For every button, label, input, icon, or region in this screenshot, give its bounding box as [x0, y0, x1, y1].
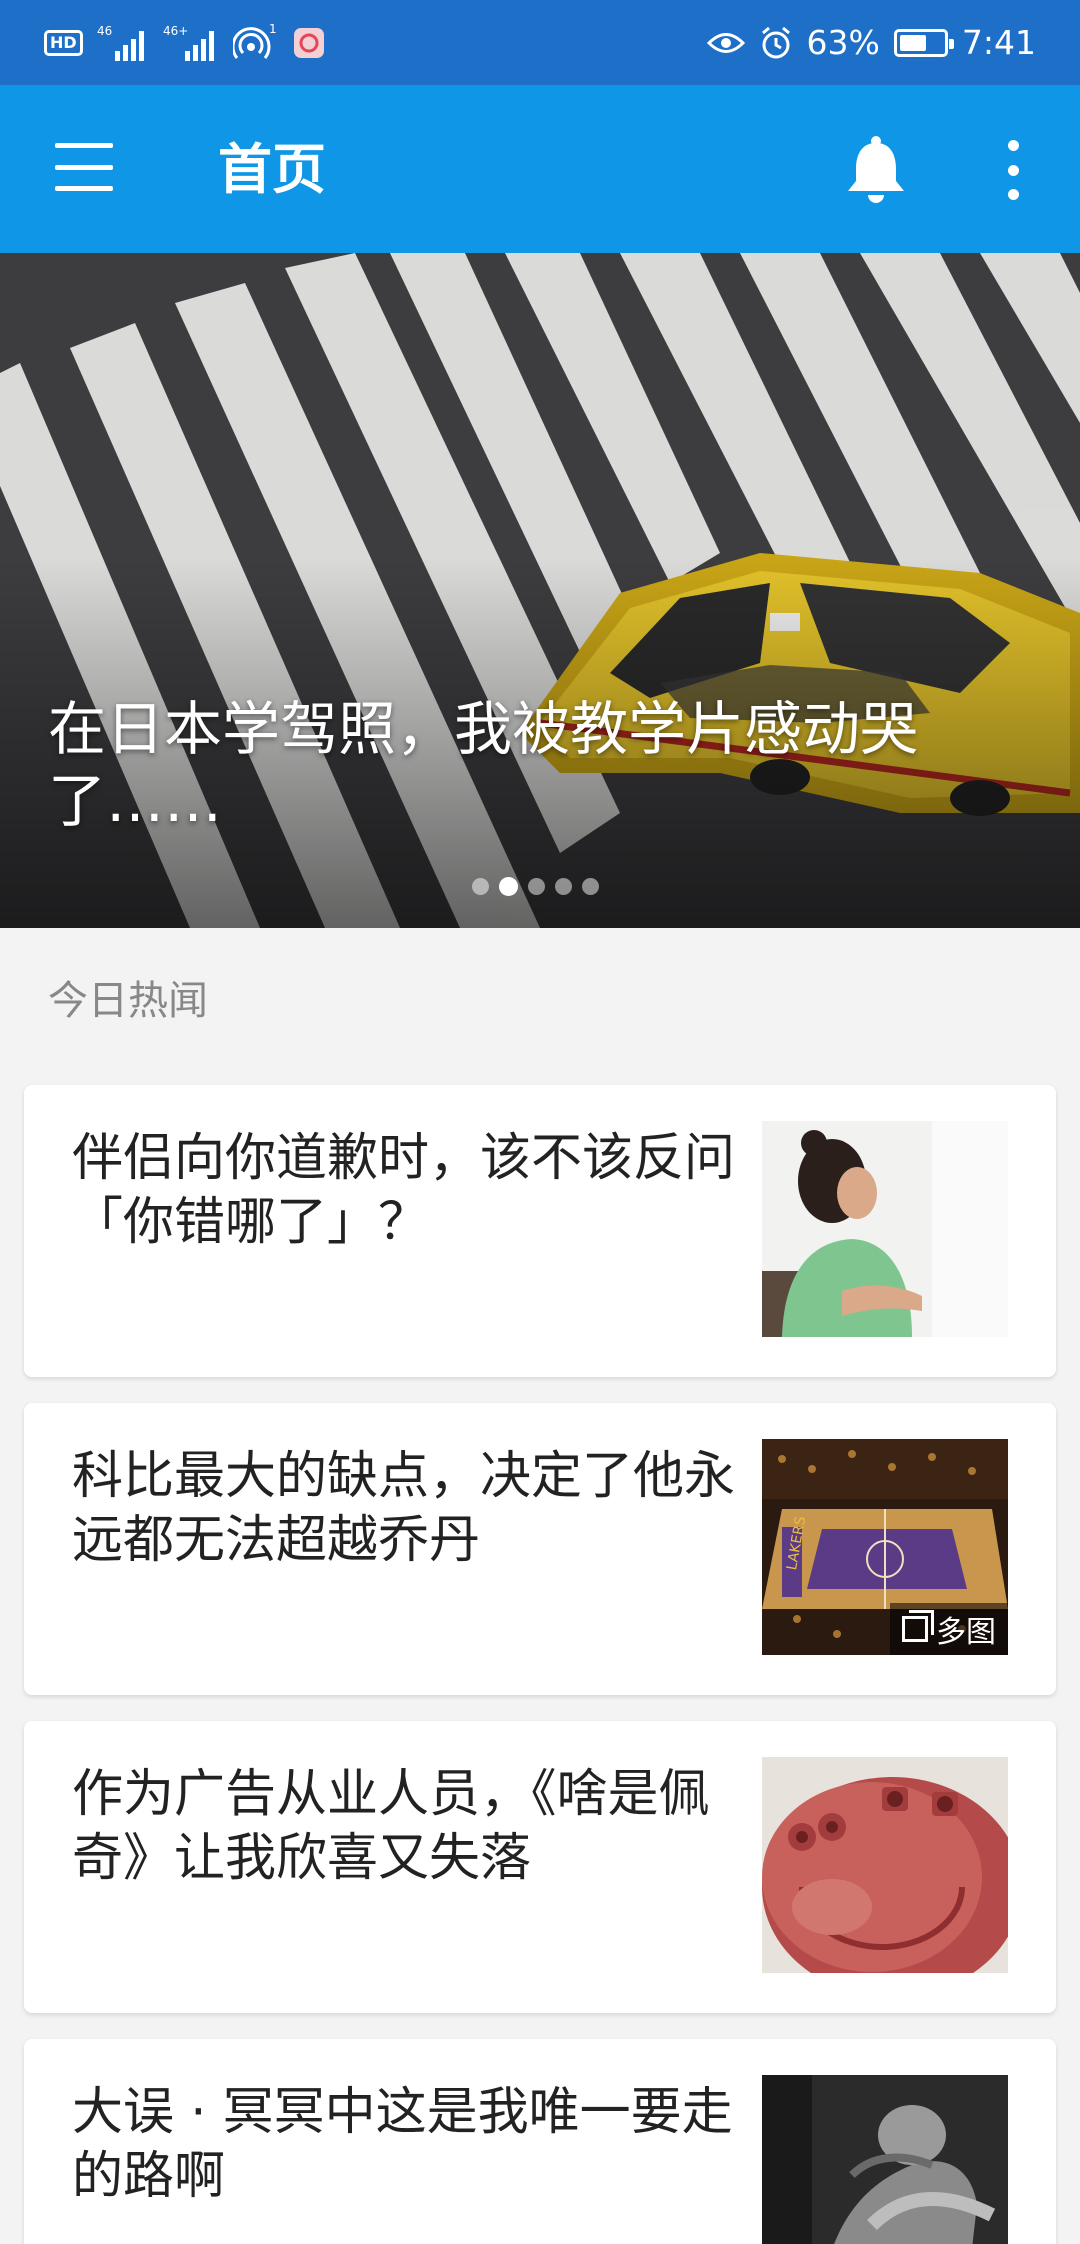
story-card[interactable]: 伴侣向你道歉时，该不该反问「你错哪了」？ — [24, 1085, 1056, 1377]
multi-image-badge: 多图 — [890, 1603, 1008, 1655]
alarm-icon — [759, 26, 793, 60]
signal-1-label: 46 — [97, 24, 112, 38]
story-thumbnail[interactable] — [762, 2075, 1008, 2244]
battery-icon — [893, 28, 954, 57]
hotspot-count: 1 — [269, 23, 277, 36]
app-bar: 首页 — [0, 85, 1080, 253]
carousel-indicator[interactable] — [472, 877, 599, 896]
carousel-dot[interactable] — [555, 878, 572, 895]
carousel-dot[interactable] — [472, 878, 489, 895]
eye-comfort-icon — [706, 28, 745, 58]
battery-level — [899, 34, 927, 51]
hd-icon: HD — [44, 29, 83, 56]
status-right: 63% 7:41 — [706, 23, 1036, 62]
multi-image-icon — [902, 1610, 934, 1642]
story-title[interactable]: 作为广告从业人员，《啥是佩奇》让我欣喜又失落 — [72, 1763, 752, 1891]
story-card[interactable]: 大误 · 冥冥中这是我唯一要走的路啊 — [24, 2039, 1056, 2244]
hero-banner[interactable]: 在日本学驾照，我被教学片感动哭了…… — [0, 253, 1080, 928]
status-left: HD 46 46+ 1 — [44, 23, 325, 63]
carousel-dot[interactable] — [582, 878, 599, 895]
app-notification-icon — [293, 27, 325, 59]
bell-icon[interactable] — [843, 135, 909, 205]
signal-icon: 46 — [97, 23, 149, 63]
clock: 7:41 — [961, 23, 1036, 62]
story-thumbnail[interactable] — [762, 1121, 1008, 1337]
carousel-dot[interactable] — [528, 878, 545, 895]
hotspot-icon: 1 — [232, 23, 279, 63]
story-thumbnail[interactable] — [762, 1757, 1008, 1973]
section-title: 今日热闻 — [48, 978, 208, 1024]
menu-icon[interactable] — [55, 143, 113, 191]
signal-icon: 46+ — [163, 23, 219, 63]
multi-image-label: 多图 — [936, 1615, 996, 1650]
battery-percent: 63% — [806, 23, 880, 62]
page-title: 首页 — [218, 138, 326, 201]
status-bar: HD 46 46+ 1 63% 7:41 — [0, 0, 1080, 85]
story-card[interactable]: 科比最大的缺点，决定了他永远都无法超越乔丹 LAKERS 多图 — [24, 1403, 1056, 1695]
more-vertical-icon[interactable] — [998, 140, 1028, 200]
story-thumbnail[interactable]: LAKERS 多图 — [762, 1439, 1008, 1655]
signal-2-label: 46+ — [163, 24, 188, 38]
story-title[interactable]: 科比最大的缺点，决定了他永远都无法超越乔丹 — [72, 1445, 752, 1573]
story-title[interactable]: 伴侣向你道歉时，该不该反问「你错哪了」？ — [72, 1127, 752, 1255]
hero-title[interactable]: 在日本学驾照，我被教学片感动哭了…… — [48, 693, 1008, 837]
carousel-dot[interactable] — [499, 877, 518, 896]
story-title[interactable]: 大误 · 冥冥中这是我唯一要走的路啊 — [72, 2081, 752, 2209]
story-card[interactable]: 作为广告从业人员，《啥是佩奇》让我欣喜又失落 — [24, 1721, 1056, 2013]
